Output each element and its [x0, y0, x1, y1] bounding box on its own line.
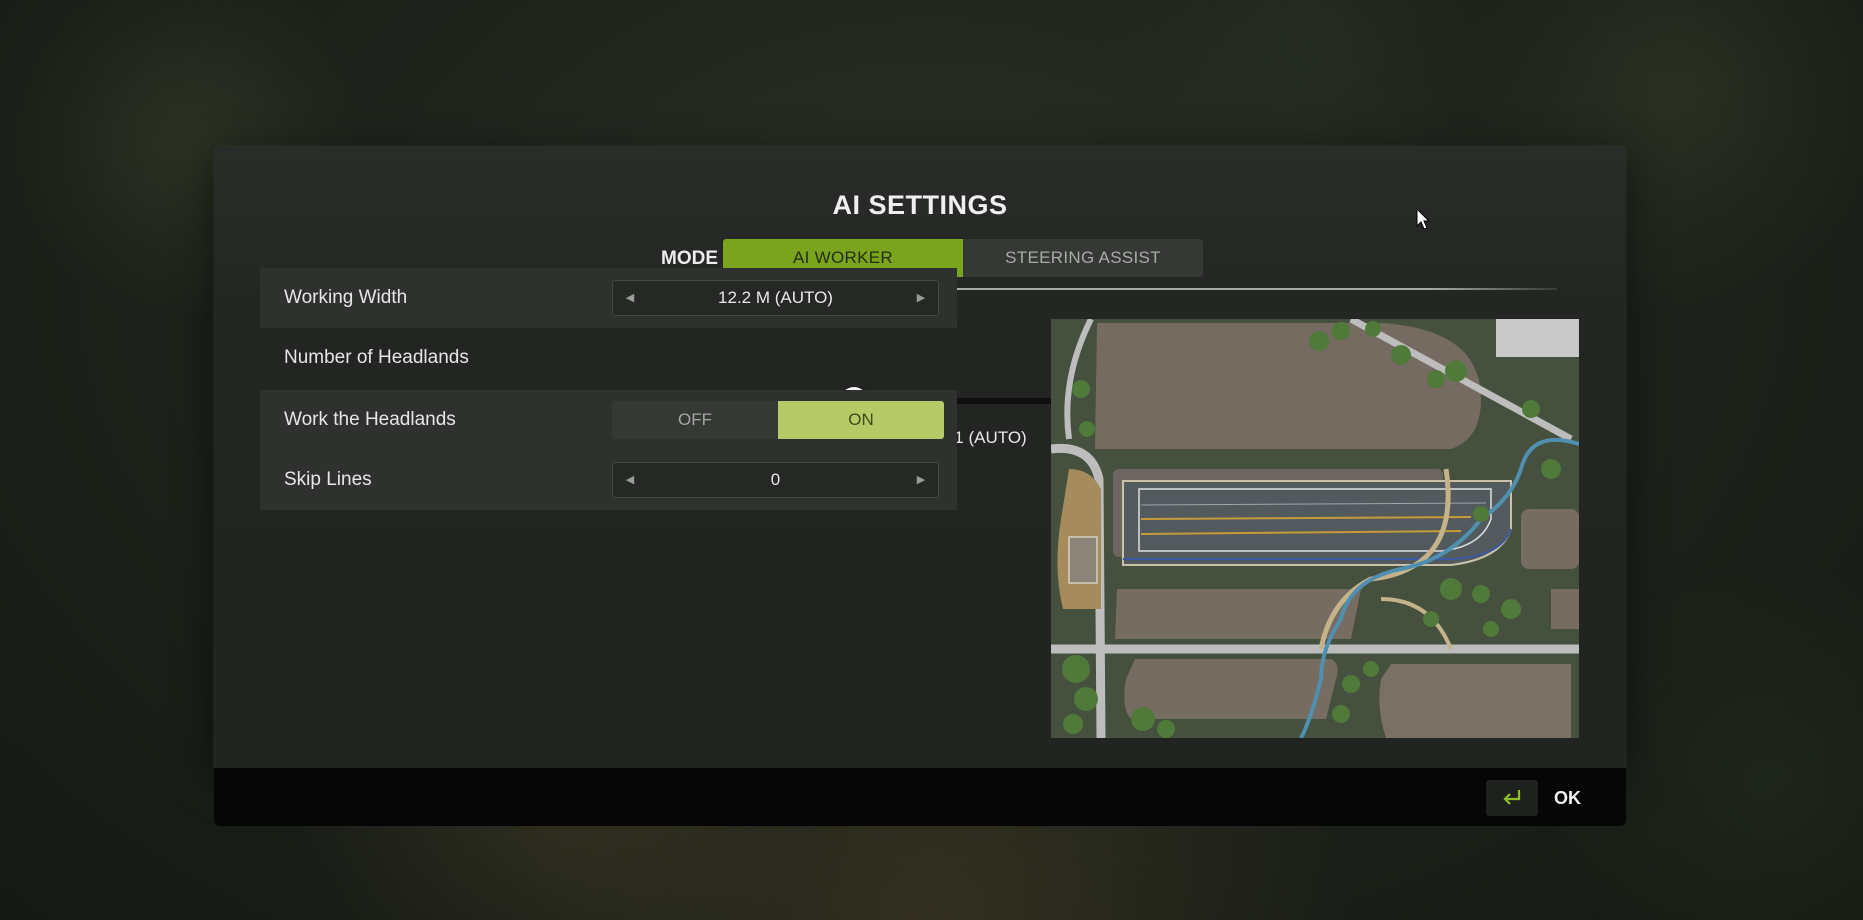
- arrow-left-icon[interactable]: ◀: [615, 281, 645, 315]
- working-width-selector[interactable]: ◀ 12.2 M (AUTO) ▶: [612, 280, 939, 316]
- ok-button[interactable]: OK: [1554, 780, 1602, 816]
- headlands-label: Number of Headlands: [284, 347, 469, 368]
- dialog-footer: OK: [214, 768, 1626, 826]
- headlands-row: Number of Headlands: [260, 328, 957, 388]
- work-headlands-off-button[interactable]: OFF: [612, 401, 778, 439]
- work-headlands-on-button[interactable]: ON: [778, 401, 944, 439]
- skip-lines-row: Skip Lines ◀ 0 ▶: [260, 450, 957, 510]
- dialog-title: AI SETTINGS: [832, 190, 1008, 220]
- arrow-right-icon[interactable]: ▶: [906, 281, 936, 315]
- ai-settings-dialog: AI SETTINGS MODE AI WORKER STEERING ASSI…: [214, 146, 1626, 768]
- field-map-preview: [1051, 319, 1579, 738]
- work-headlands-label: Work the Headlands: [284, 409, 456, 430]
- mode-label: MODE: [661, 248, 718, 269]
- mode-steering-assist-button[interactable]: STEERING ASSIST: [963, 239, 1203, 277]
- work-headlands-row: Work the Headlands OFF ON: [260, 390, 957, 450]
- arrow-right-icon[interactable]: ▶: [906, 463, 936, 497]
- working-width-value: 12.2 M (AUTO): [718, 288, 833, 307]
- skip-lines-value: 0: [770, 470, 781, 489]
- skip-lines-selector[interactable]: ◀ 0 ▶: [612, 462, 939, 498]
- working-width-row: Working Width ◀ 12.2 M (AUTO) ▶: [260, 268, 957, 328]
- mouse-cursor-icon: [1416, 208, 1431, 230]
- enter-key-icon[interactable]: [1486, 780, 1538, 816]
- arrow-left-icon[interactable]: ◀: [615, 463, 645, 497]
- skip-lines-label: Skip Lines: [284, 469, 372, 490]
- field-map-image: [1051, 319, 1579, 738]
- working-width-label: Working Width: [284, 287, 408, 308]
